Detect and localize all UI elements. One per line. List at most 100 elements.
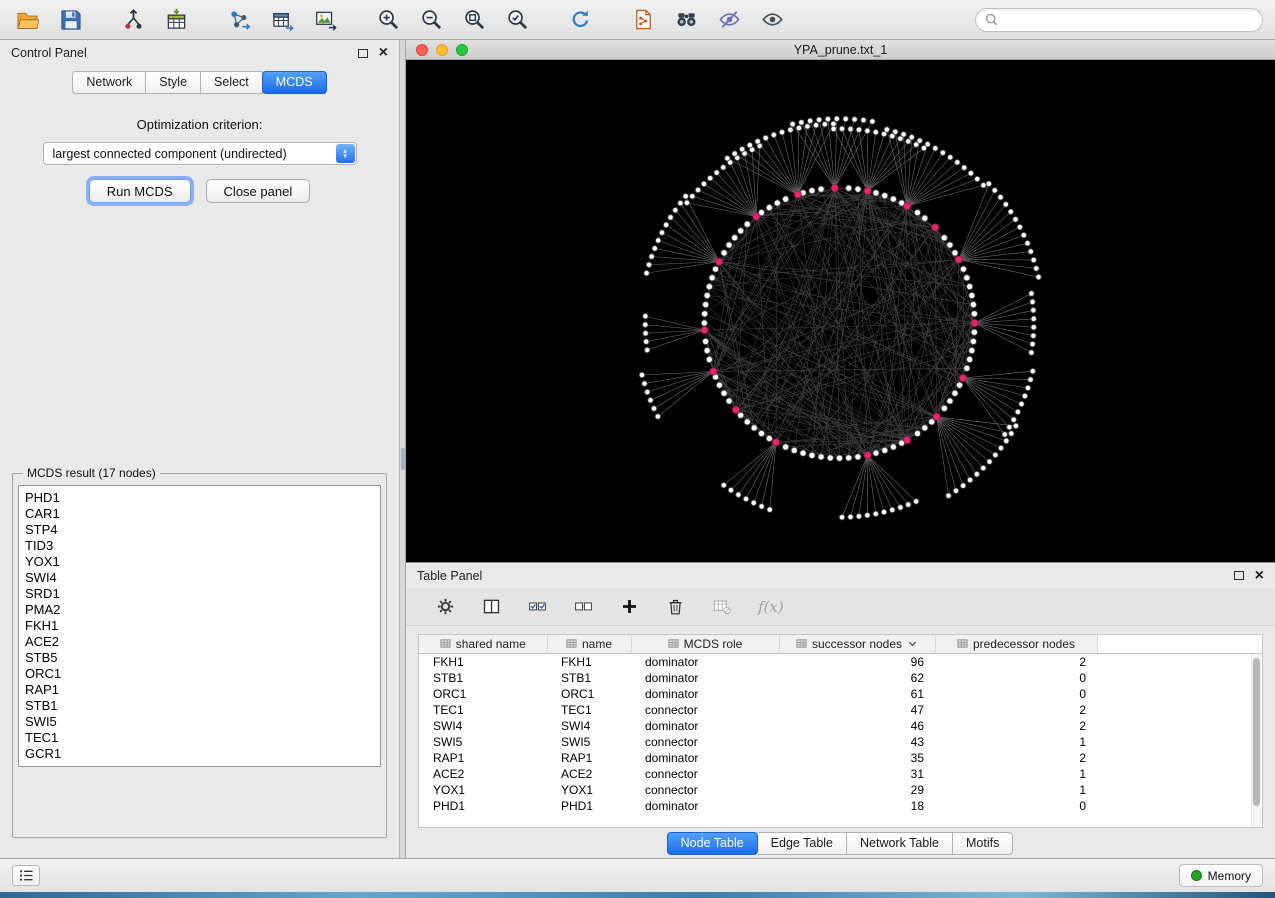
mcds-node-item[interactable]: TID3 xyxy=(25,538,374,554)
column-header-MCDS-role[interactable]: MCDS role xyxy=(631,635,779,653)
column-header-predecessor-nodes[interactable]: predecessor nodes xyxy=(935,635,1097,653)
column-header-successor-nodes[interactable]: successor nodes xyxy=(779,635,935,653)
run-mcds-button[interactable]: Run MCDS xyxy=(89,179,191,203)
mcds-node-item[interactable]: RAP1 xyxy=(25,682,374,698)
deselect-all-rows-button[interactable] xyxy=(574,597,593,616)
table-row[interactable]: ACE2ACE2connector311 xyxy=(419,766,1262,782)
table-row[interactable]: TEC1TEC1connector472 xyxy=(419,702,1262,718)
table-tab-node-table[interactable]: Node Table xyxy=(667,832,758,855)
export-table-icon xyxy=(271,8,294,31)
optimization-criterion-select[interactable]: largest connected component (undirected)… xyxy=(43,142,357,165)
import-table-from-file-button[interactable] xyxy=(155,4,198,36)
tab-select[interactable]: Select xyxy=(201,71,263,94)
network-graph[interactable] xyxy=(406,60,1275,562)
column-header-filler xyxy=(1097,635,1262,653)
table-row[interactable]: ORC1ORC1dominator610 xyxy=(419,686,1262,702)
zoom-fit-content-button[interactable] xyxy=(453,4,496,36)
table-row[interactable]: RAP1RAP1dominator352 xyxy=(419,750,1262,766)
show-all-button[interactable] xyxy=(751,4,794,36)
mcds-node-item[interactable]: GCR1 xyxy=(25,746,374,762)
table-row[interactable]: SWI5SWI5connector431 xyxy=(419,734,1262,750)
mcds-node-item[interactable]: STP4 xyxy=(25,522,374,538)
network-window-titlebar[interactable]: YPA_prune.txt_1 xyxy=(406,40,1275,60)
window-close-button[interactable] xyxy=(416,44,428,56)
network-title: YPA_prune.txt_1 xyxy=(406,40,1275,59)
zoom-in-button[interactable] xyxy=(367,4,410,36)
mcds-node-item[interactable]: TEC1 xyxy=(25,730,374,746)
table-scrollbar[interactable] xyxy=(1251,654,1261,826)
column-header-name[interactable]: name xyxy=(547,635,631,653)
export-network-button[interactable] xyxy=(218,4,261,36)
zoom-in-icon xyxy=(377,8,400,31)
toggle-columns-button[interactable] xyxy=(482,597,501,616)
hide-selected-button[interactable] xyxy=(708,4,751,36)
export-network-icon xyxy=(228,8,251,31)
table-tab-motifs[interactable]: Motifs xyxy=(953,832,1013,855)
mcds-node-item[interactable]: YOX1 xyxy=(25,554,374,570)
search-input[interactable] xyxy=(1004,13,1253,27)
export-image-button[interactable] xyxy=(304,4,347,36)
close-panel-icon[interactable]: × xyxy=(379,47,388,59)
mcds-node-item[interactable]: PMA2 xyxy=(25,602,374,618)
splitter-handle-icon[interactable] xyxy=(401,448,405,470)
panel-splitter[interactable] xyxy=(399,40,406,858)
table-panel: Table Panel × f(x) shared namenameMCDS r… xyxy=(406,562,1275,858)
list-menu-icon xyxy=(19,869,34,882)
zoom-selected-icon xyxy=(506,8,529,31)
gear-icon xyxy=(436,597,455,616)
memory-button[interactable]: Memory xyxy=(1179,864,1263,887)
mcds-node-item[interactable]: FKH1 xyxy=(25,618,374,634)
zoom-out-button[interactable] xyxy=(410,4,453,36)
column-header-shared-name[interactable]: shared name xyxy=(419,635,547,653)
mcds-node-item[interactable]: STB1 xyxy=(25,698,374,714)
table-row[interactable]: FKH1FKH1dominator962 xyxy=(419,653,1262,670)
close-table-panel-icon[interactable]: × xyxy=(1255,570,1264,582)
mcds-result-list[interactable]: PHD1CAR1STP4TID3YOX1SWI4SRD1PMA2FKH1ACE2… xyxy=(18,485,381,767)
table-row[interactable]: YOX1YOX1connector291 xyxy=(419,782,1262,798)
mcds-node-item[interactable]: CAR1 xyxy=(25,506,374,522)
export-table-button[interactable] xyxy=(261,4,304,36)
zoom-fit-icon xyxy=(463,8,486,31)
mcds-node-item[interactable]: SWI4 xyxy=(25,570,374,586)
zoom-selected-button[interactable] xyxy=(496,4,539,36)
table-tab-network-table[interactable]: Network Table xyxy=(847,832,953,855)
save-session-button[interactable] xyxy=(49,4,92,36)
open-session-button[interactable] xyxy=(6,4,49,36)
apply-layout-button[interactable] xyxy=(559,4,602,36)
mcds-node-item[interactable]: PHD1 xyxy=(25,490,374,506)
mcds-node-item[interactable]: ORC1 xyxy=(25,666,374,682)
scrollbar-thumb[interactable] xyxy=(1253,658,1260,806)
float-table-panel-icon[interactable] xyxy=(1234,571,1244,580)
search-box[interactable] xyxy=(975,8,1263,32)
mcds-node-item[interactable]: ACE2 xyxy=(25,634,374,650)
status-menu-button[interactable] xyxy=(12,865,40,886)
tab-network[interactable]: Network xyxy=(72,71,146,94)
import-network-from-file-button[interactable] xyxy=(112,4,155,36)
window-minimize-button[interactable] xyxy=(436,44,448,56)
network-document-button[interactable] xyxy=(622,4,665,36)
table-header[interactable]: shared namenameMCDS rolesuccessor nodesp… xyxy=(419,635,1262,653)
window-maximize-button[interactable] xyxy=(456,44,468,56)
table-row[interactable]: STB1STB1dominator620 xyxy=(419,670,1262,686)
function-builder-button[interactable]: f(x) xyxy=(758,598,784,616)
mcds-node-item[interactable]: SRD1 xyxy=(25,586,374,602)
table-settings-button[interactable] xyxy=(436,597,455,616)
close-panel-button[interactable]: Close panel xyxy=(206,179,311,203)
tab-mcds[interactable]: MCDS xyxy=(262,71,327,94)
add-row-button[interactable] xyxy=(620,597,639,616)
select-all-rows-button[interactable] xyxy=(528,597,547,616)
mcds-node-item[interactable]: STB5 xyxy=(25,650,374,666)
find-button[interactable] xyxy=(665,4,708,36)
optimization-criterion-label: Optimization criterion: xyxy=(0,117,399,132)
import-table-icon xyxy=(165,8,188,31)
table-tab-edge-table[interactable]: Edge Table xyxy=(758,832,847,855)
tab-style[interactable]: Style xyxy=(146,71,201,94)
delete-row-button[interactable] xyxy=(666,597,685,616)
hide-table-button[interactable] xyxy=(712,597,731,616)
mcds-node-item[interactable]: SWI5 xyxy=(25,714,374,730)
table-row[interactable]: PHD1PHD1dominator180 xyxy=(419,798,1262,814)
check-boxes-icon xyxy=(528,597,547,616)
table-row[interactable]: SWI4SWI4dominator462 xyxy=(419,718,1262,734)
network-canvas[interactable] xyxy=(406,60,1275,562)
float-panel-icon[interactable] xyxy=(358,49,368,58)
